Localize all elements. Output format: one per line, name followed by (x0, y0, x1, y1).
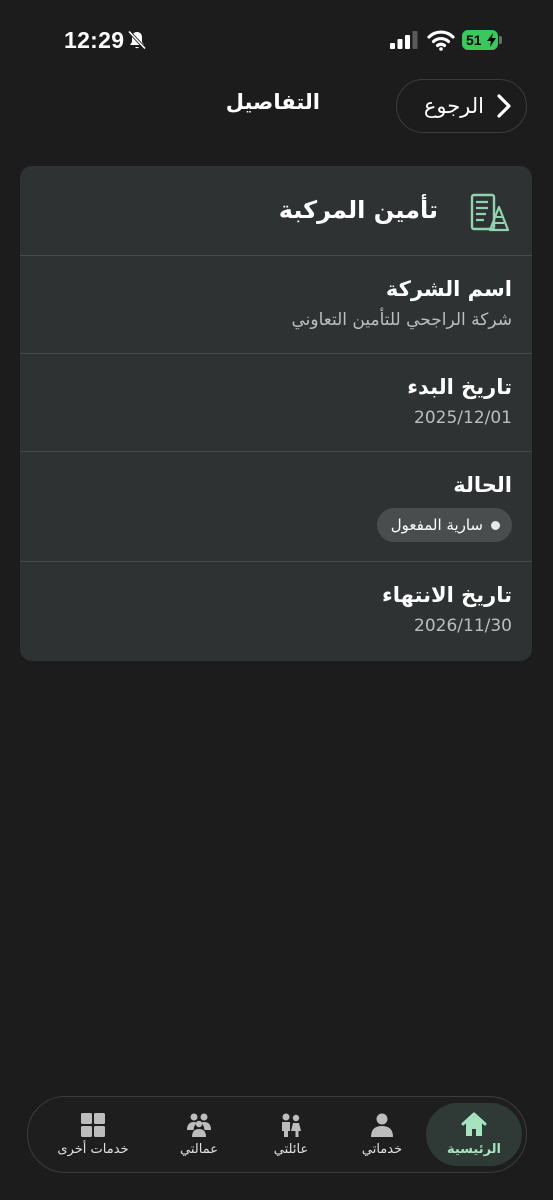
page-title: التفاصيل (225, 90, 320, 114)
home-icon (461, 1112, 487, 1136)
person-icon (371, 1113, 393, 1137)
status-badge-label: سارية المفعول (390, 516, 483, 534)
workers-icon (187, 1113, 211, 1137)
nav-item-home[interactable]: الرئيسية (426, 1103, 522, 1166)
field-value: 2025/12/01 (414, 408, 512, 428)
chevron-right-icon (497, 94, 511, 118)
nav-item-my-services[interactable]: خدماتي (334, 1103, 430, 1166)
nav-label: خدمات أخرى (57, 1141, 129, 1157)
battery-tip (499, 36, 502, 44)
field-value: 2026/11/30 (414, 616, 512, 636)
field-value: شركة الراجحي للتأمين التعاوني (291, 310, 512, 330)
status-dot (491, 520, 500, 530)
status-bar: 12:29 51 (0, 0, 553, 80)
nav-item-my-workers[interactable]: عمالتي (151, 1103, 247, 1166)
signal-icon (390, 31, 418, 49)
nav-label: خدماتي (361, 1141, 403, 1157)
field-start-date: تاريخ البدء 2025/12/01 (20, 354, 532, 452)
field-status: الحالة سارية المفعول (20, 452, 532, 562)
status-badge: سارية المفعول (376, 508, 512, 542)
screen: 12:29 51 الرجوع التفاصيل تأمين المركبة ا… (0, 0, 553, 1200)
back-button[interactable]: الرجوع (396, 79, 527, 133)
card-title: تأمين المركبة (278, 196, 438, 224)
nav-item-other-services[interactable]: خدمات أخرى (45, 1103, 141, 1166)
nav-label: الرئيسية (446, 1141, 502, 1157)
field-end-date: تاريخ الانتهاء 2026/11/30 (20, 562, 532, 661)
insurance-document-icon (470, 193, 510, 232)
bottom-nav: الرئيسية خدماتي عائلتي عمالتي خدمات أخرى (27, 1096, 527, 1173)
grid-icon (81, 1112, 105, 1137)
field-label: تاريخ الانتهاء (382, 583, 512, 607)
nav-label: عائلتي (273, 1141, 309, 1157)
battery-level: 51 (466, 32, 482, 48)
status-time: 12:29 (64, 27, 125, 53)
bell-muted-icon (127, 30, 147, 50)
nav-label: عمالتي (180, 1141, 218, 1157)
back-label: الرجوع (423, 94, 484, 118)
field-label: اسم الشركة (385, 277, 512, 301)
card-header: تأمين المركبة (20, 166, 532, 256)
field-label: الحالة (453, 473, 512, 497)
family-icon (282, 1113, 301, 1137)
wifi-icon (427, 30, 455, 51)
field-company: اسم الشركة شركة الراجحي للتأمين التعاوني (20, 256, 532, 354)
charging-bolt-icon (487, 33, 496, 47)
field-label: تاريخ البدء (407, 375, 512, 399)
nav-item-my-family[interactable]: عائلتي (243, 1103, 339, 1166)
vehicle-insurance-card: تأمين المركبة اسم الشركة شركة الراجحي لل… (20, 166, 532, 661)
